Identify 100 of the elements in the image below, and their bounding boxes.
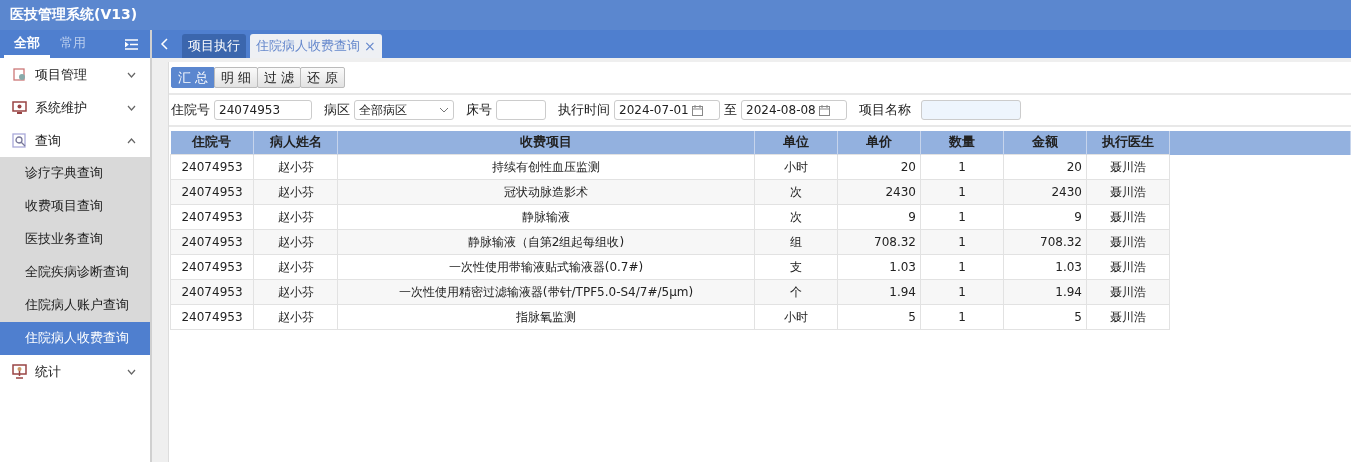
table-cell: 24074953 xyxy=(170,229,254,255)
calendar-icon[interactable] xyxy=(691,104,703,116)
toolbar-button[interactable]: 还 原 xyxy=(300,67,345,88)
calendar-icon[interactable] xyxy=(818,104,830,116)
sidebar-item[interactable]: 系统维护 xyxy=(0,91,150,124)
column-header[interactable]: 单位 xyxy=(754,131,838,155)
table-cell: 708.32 xyxy=(1003,229,1087,255)
table-cell: 一次性使用带输液贴式输液器(0.7#) xyxy=(337,254,755,280)
table-cell: 静脉输液（自第2组起每组收) xyxy=(337,229,755,255)
field-label: 执行时间 xyxy=(558,101,610,119)
table-cell: 一次性使用精密过滤输液器(带针/TPF5.0-S4/7#/5μm) xyxy=(337,279,755,305)
chevron-down-icon xyxy=(127,104,136,111)
table-cell: 9 xyxy=(837,204,921,230)
table-cell: 聂川浩 xyxy=(1086,179,1170,205)
table-cell: 支 xyxy=(754,254,838,280)
window-title: 医技管理系统(V13) xyxy=(10,6,138,24)
column-header[interactable]: 单价 xyxy=(837,131,921,155)
field-label: 项目名称 xyxy=(859,101,911,119)
column-header[interactable]: 金额 xyxy=(1003,131,1087,155)
table-cell: 1 xyxy=(920,179,1004,205)
column-header[interactable]: 病人姓名 xyxy=(253,131,338,155)
item-name-field[interactable] xyxy=(921,100,1021,120)
table-cell: 聂川浩 xyxy=(1086,229,1170,255)
column-header[interactable]: 住院号 xyxy=(170,131,254,155)
menu-item-icon xyxy=(12,133,27,148)
table-cell: 24074953 xyxy=(170,179,254,205)
field-label: 床号 xyxy=(466,101,492,119)
chevron-down-icon xyxy=(127,71,136,78)
field-label: 至 xyxy=(724,101,737,119)
column-header[interactable]: 数量 xyxy=(920,131,1004,155)
table-cell: 1 xyxy=(920,204,1004,230)
table-cell: 个 xyxy=(754,279,838,305)
toolbar-button[interactable]: 汇 总 xyxy=(171,67,216,88)
toolbar-button[interactable]: 过 滤 xyxy=(257,67,302,88)
sidebar-subitem[interactable]: 诊疗字典查询 xyxy=(0,157,150,190)
table-cell: 次 xyxy=(754,204,838,230)
table-cell: 赵小芬 xyxy=(253,229,338,255)
chevron-down-icon xyxy=(439,107,449,113)
table-cell: 24074953 xyxy=(170,154,254,180)
sidebar-subitem[interactable]: 医技业务查询 xyxy=(0,223,150,256)
sidebar-tab[interactable]: 全部 xyxy=(4,30,50,58)
date-field[interactable]: 2024-08-08 xyxy=(741,100,847,120)
table-cell: 24074953 xyxy=(170,279,254,305)
table-cell: 聂川浩 xyxy=(1086,204,1170,230)
table-cell: 9 xyxy=(1003,204,1087,230)
date-field[interactable]: 2024-07-01 xyxy=(614,100,720,120)
field-label: 病区 xyxy=(324,101,350,119)
table-cell: 708.32 xyxy=(837,229,921,255)
table-cell: 聂川浩 xyxy=(1086,154,1170,180)
sidebar-subitem[interactable]: 全院疾病诊断查询 xyxy=(0,256,150,289)
column-header[interactable]: 收费项目 xyxy=(337,131,755,155)
menu-icon[interactable] xyxy=(125,38,138,50)
field-label: 住院号 xyxy=(171,101,210,119)
table-cell: 次 xyxy=(754,179,838,205)
table-cell: 小时 xyxy=(754,304,838,330)
table-cell: 20 xyxy=(837,154,921,180)
sidebar-item[interactable]: 项目管理 xyxy=(0,58,150,91)
sidebar-subitem[interactable]: 住院病人收费查询 xyxy=(0,322,150,355)
table-cell: 赵小芬 xyxy=(253,179,338,205)
table-cell: 1.03 xyxy=(837,254,921,280)
menu-item-icon xyxy=(12,364,27,379)
sidebar-item[interactable]: 查询 xyxy=(0,124,150,157)
table-cell: 1 xyxy=(920,154,1004,180)
table-cell: 24074953 xyxy=(170,254,254,280)
table-cell: 1.94 xyxy=(1003,279,1087,305)
table-cell: 1.94 xyxy=(837,279,921,305)
table-cell: 聂川浩 xyxy=(1086,304,1170,330)
table-cell: 冠状动脉造影术 xyxy=(337,179,755,205)
table-cell: 聂川浩 xyxy=(1086,279,1170,305)
sidebar-subitem[interactable]: 收费项目查询 xyxy=(0,190,150,223)
admission-number-field[interactable]: 24074953 xyxy=(214,100,312,120)
table-cell: 20 xyxy=(1003,154,1087,180)
menu-item-icon xyxy=(12,100,27,115)
table-cell: 1 xyxy=(920,304,1004,330)
table-cell: 1 xyxy=(920,254,1004,280)
page-tab[interactable]: 项目执行 xyxy=(182,34,246,58)
table-cell: 2430 xyxy=(1003,179,1087,205)
table-cell: 1.03 xyxy=(1003,254,1087,280)
table-cell: 聂川浩 xyxy=(1086,254,1170,280)
table-cell: 24074953 xyxy=(170,304,254,330)
bed-number-field[interactable] xyxy=(496,100,546,120)
menu-item-icon xyxy=(12,67,27,82)
table-cell: 组 xyxy=(754,229,838,255)
toolbar-button[interactable]: 明 细 xyxy=(214,67,259,88)
column-header[interactable]: 执行医生 xyxy=(1086,131,1170,155)
table-cell: 赵小芬 xyxy=(253,204,338,230)
table-cell: 5 xyxy=(1003,304,1087,330)
table-cell: 2430 xyxy=(837,179,921,205)
table-cell: 24074953 xyxy=(170,204,254,230)
table-cell: 赵小芬 xyxy=(253,154,338,180)
table-cell: 赵小芬 xyxy=(253,279,338,305)
table-cell: 1 xyxy=(920,279,1004,305)
chevron-up-icon xyxy=(127,137,136,144)
table-cell: 静脉输液 xyxy=(337,204,755,230)
table-cell: 1 xyxy=(920,229,1004,255)
ward-dropdown[interactable]: 全部病区 xyxy=(354,100,454,120)
sidebar-subitem[interactable]: 住院病人账户查询 xyxy=(0,289,150,322)
sidebar-item[interactable]: 统计 xyxy=(0,355,150,388)
table-cell: 持续有创性血压监测 xyxy=(337,154,755,180)
table-cell: 指脉氧监测 xyxy=(337,304,755,330)
